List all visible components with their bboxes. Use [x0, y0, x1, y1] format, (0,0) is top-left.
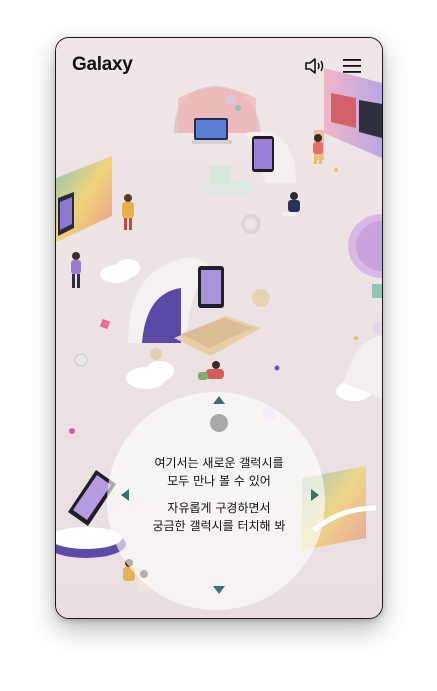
guide-text-line-3: 자유롭게 구경하면서 [167, 501, 271, 515]
joystick-knob[interactable] [210, 414, 228, 432]
arrow-right-icon[interactable] [311, 489, 319, 501]
hamburger-menu-icon[interactable] [340, 56, 364, 76]
speaker-icon[interactable] [303, 56, 327, 76]
arrow-down-icon[interactable] [213, 586, 225, 594]
arrow-up-icon[interactable] [213, 396, 225, 404]
top-bar: Galaxy [56, 38, 382, 92]
guide-text-line-4: 궁금한 갤럭시를 터치해 봐 [152, 519, 286, 533]
app-window: Galaxy 여기서는 새로운 갤럭시를 모두 만나 볼 수 있어 자유롭게 구… [55, 37, 383, 619]
guide-text-line-2: 모두 만나 볼 수 있어 [167, 474, 271, 488]
galaxy-logo[interactable]: Galaxy [72, 54, 133, 76]
guide-text-line-1: 여기서는 새로운 갤럭시를 [154, 456, 284, 470]
